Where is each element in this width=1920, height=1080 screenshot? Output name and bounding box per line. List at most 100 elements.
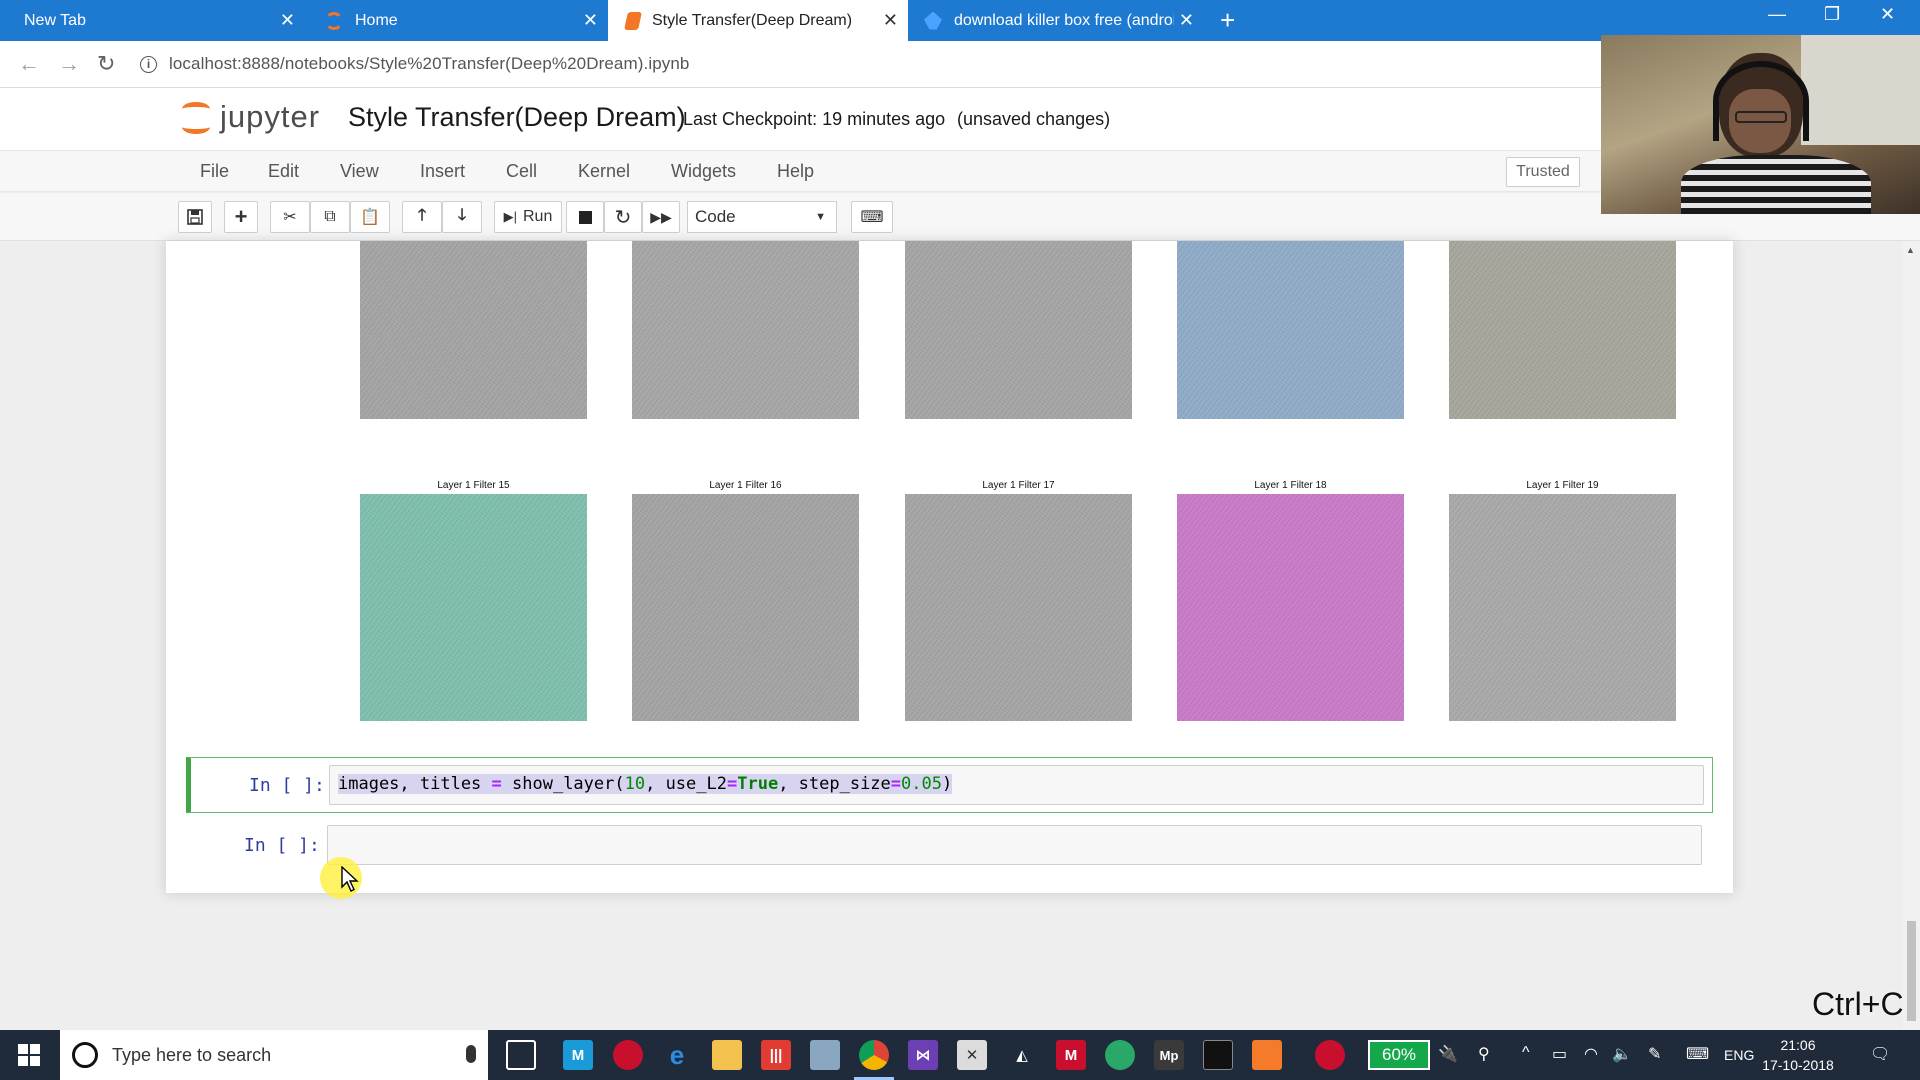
close-icon[interactable]: ✕: [1179, 10, 1194, 31]
run-button[interactable]: ▶︎| Run: [494, 201, 562, 233]
reload-icon[interactable]: ↻: [97, 51, 115, 77]
checkpoint-status: Last Checkpoint: 19 minutes ago: [683, 109, 946, 129]
microphone-icon[interactable]: [466, 1045, 476, 1063]
paste-button[interactable]: 📋: [350, 201, 390, 233]
app-mp-icon[interactable]: Mp: [1154, 1040, 1184, 1070]
filter-title: Layer 1 Filter 19: [1526, 480, 1599, 491]
app-orange-icon[interactable]: [1252, 1040, 1282, 1070]
menu-insert[interactable]: Insert: [420, 161, 465, 182]
app-m-icon[interactable]: M: [563, 1040, 593, 1070]
people-icon[interactable]: ⚲: [1478, 1044, 1490, 1064]
tray-red-icon[interactable]: [1315, 1040, 1345, 1070]
info-icon[interactable]: i: [140, 55, 157, 73]
save-button[interactable]: [178, 201, 212, 233]
system-clock[interactable]: 21:06 17-10-2018: [1758, 1035, 1838, 1075]
edge-icon[interactable]: e: [662, 1040, 692, 1070]
page-scrollbar[interactable]: ▲: [1903, 241, 1920, 1030]
windows-start-icon[interactable]: [18, 1044, 40, 1066]
close-icon[interactable]: ✕: [883, 10, 898, 31]
filter-title: Layer 1 Filter 18: [1254, 480, 1327, 491]
pen-icon[interactable]: ✎: [1648, 1044, 1661, 1064]
tab-killer-box[interactable]: download killer box free (androi ✕: [908, 0, 1204, 41]
trusted-indicator[interactable]: Trusted: [1506, 157, 1580, 187]
file-explorer-icon[interactable]: [712, 1040, 742, 1070]
code-editor[interactable]: [327, 825, 1702, 865]
code-cell-empty[interactable]: In [ ]:: [186, 818, 1713, 876]
menu-cell[interactable]: Cell: [506, 161, 537, 182]
menu-help[interactable]: Help: [777, 161, 814, 182]
mcafee-icon[interactable]: M: [1056, 1040, 1086, 1070]
forward-arrow-icon[interactable]: →: [58, 51, 80, 77]
stop-icon: [578, 210, 592, 224]
menu-view[interactable]: View: [340, 161, 379, 182]
webcam-overlay: [1601, 35, 1920, 214]
tab-home[interactable]: Home ✕: [305, 0, 608, 41]
command-palette-button[interactable]: ⌨: [851, 201, 893, 233]
minimize-icon[interactable]: —: [1768, 4, 1786, 25]
restore-icon[interactable]: ❐: [1824, 4, 1840, 25]
url-field[interactable]: i localhost:8888/notebooks/Style%20Trans…: [140, 48, 1590, 80]
menu-widgets[interactable]: Widgets: [671, 161, 736, 182]
chevron-up-icon[interactable]: ^: [1522, 1044, 1530, 1062]
cut-button[interactable]: ✂: [270, 201, 310, 233]
language-indicator[interactable]: ENG: [1724, 1047, 1754, 1063]
battery-percentage[interactable]: 60%: [1368, 1040, 1430, 1070]
filter-output-image: [1177, 494, 1404, 721]
tab-label: New Tab: [24, 11, 86, 29]
jupyter-logo[interactable]: jupyter: [180, 98, 320, 136]
battery-icon[interactable]: ▭: [1552, 1044, 1567, 1064]
move-up-button[interactable]: 🡑: [402, 201, 442, 233]
plug-icon[interactable]: 🔌: [1438, 1044, 1458, 1064]
cortana-icon: [72, 1042, 98, 1068]
new-tab-plus-icon[interactable]: +: [1220, 5, 1235, 35]
filter-output-image: [360, 494, 587, 721]
close-icon[interactable]: ✕: [280, 10, 295, 31]
menu-edit[interactable]: Edit: [268, 161, 299, 182]
code-editor[interactable]: images, titles = show_layer(10, use_L2=T…: [329, 765, 1704, 805]
insert-cell-button[interactable]: +: [224, 201, 258, 233]
task-view-icon[interactable]: [506, 1040, 536, 1070]
arrow-down-icon: 🡓: [457, 206, 467, 224]
tab-style-transfer[interactable]: Style Transfer(Deep Dream) ✕: [608, 0, 908, 41]
app-green-icon[interactable]: [1105, 1040, 1135, 1070]
interrupt-button[interactable]: [566, 201, 604, 233]
restart-run-all-button[interactable]: ▶▶: [642, 201, 680, 233]
visual-studio-icon[interactable]: ⋈: [908, 1040, 938, 1070]
cell-prompt: In [ ]:: [244, 835, 320, 856]
keyboard-tray-icon[interactable]: ⌨: [1686, 1044, 1709, 1064]
unity-icon[interactable]: ◭: [1007, 1040, 1037, 1070]
terminal-icon[interactable]: [1203, 1040, 1233, 1070]
cell-type-select[interactable]: Code ▼: [687, 201, 837, 233]
wifi-icon[interactable]: ◠: [1584, 1044, 1598, 1064]
url-text: localhost:8888/notebooks/Style%20Transfe…: [169, 54, 690, 73]
jupyter-favicon-icon: [325, 11, 343, 30]
run-label: Run: [523, 208, 553, 225]
scrollbar-thumb[interactable]: [1907, 921, 1916, 1021]
app-red-cube-icon[interactable]: [613, 1040, 643, 1070]
app-notes-icon[interactable]: [810, 1040, 840, 1070]
menu-file[interactable]: File: [200, 161, 229, 182]
chrome-icon[interactable]: [859, 1040, 889, 1070]
notifications-icon[interactable]: 🗨: [1870, 1044, 1890, 1064]
volume-icon[interactable]: 🔈: [1612, 1044, 1632, 1064]
jupyter-logo-text: jupyter: [220, 99, 321, 134]
filter-output-image: [632, 241, 859, 419]
window-close-icon[interactable]: ✕: [1880, 4, 1895, 25]
app-tool-icon[interactable]: ✕: [957, 1040, 987, 1070]
app-office-icon[interactable]: |||: [761, 1040, 791, 1070]
scroll-up-icon[interactable]: ▲: [1906, 245, 1915, 255]
copy-button[interactable]: ⧉: [310, 201, 350, 233]
notebook-title[interactable]: Style Transfer(Deep Dream): [348, 102, 686, 133]
caret-down-icon: ▼: [815, 211, 826, 223]
code-cell-selected[interactable]: In [ ]: images, titles = show_layer(10, …: [186, 757, 1713, 813]
filter-output-image: [905, 494, 1132, 721]
tab-new-tab[interactable]: New Tab ✕: [0, 0, 305, 41]
filter-title: Layer 1 Filter 15: [437, 480, 510, 491]
restart-kernel-button[interactable]: ↻: [604, 201, 642, 233]
menu-kernel[interactable]: Kernel: [578, 161, 630, 182]
taskbar-search[interactable]: Type here to search: [60, 1030, 488, 1080]
close-icon[interactable]: ✕: [583, 10, 598, 31]
mouse-pointer-icon: [341, 865, 359, 897]
back-arrow-icon[interactable]: ←: [18, 51, 40, 77]
move-down-button[interactable]: 🡓: [442, 201, 482, 233]
